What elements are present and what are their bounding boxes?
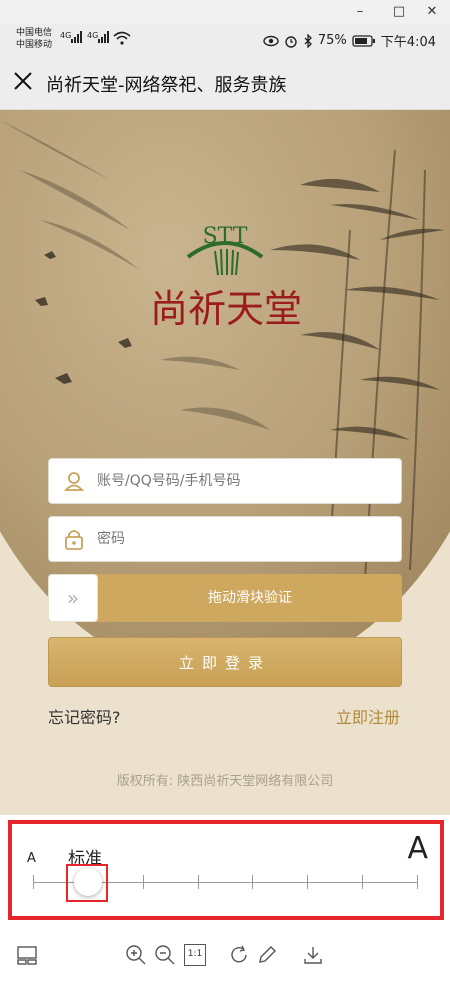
- font-size-tick[interactable]: [33, 875, 34, 889]
- alarm-icon: [285, 35, 297, 48]
- password-field[interactable]: [48, 516, 402, 562]
- account-field[interactable]: [48, 458, 402, 504]
- battery-percent: 75%: [317, 33, 347, 48]
- slider-label: 拖动滑块验证: [208, 590, 292, 606]
- user-icon: [63, 472, 85, 491]
- status-bar: 中国电信 中国移动 4G 4G 75% 下午4:04: [0, 24, 450, 56]
- account-input[interactable]: [97, 459, 387, 503]
- close-window-button[interactable]: ✕: [421, 2, 443, 22]
- font-size-panel: A 标准 A: [0, 815, 450, 935]
- page-title: 尚祈天堂-网络祭祀、服务贵族: [46, 75, 287, 96]
- nav-bar: 尚祈天堂-网络祭祀、服务贵族: [0, 56, 450, 110]
- wifi-icon: [113, 31, 131, 45]
- bluetooth-icon: [304, 33, 312, 48]
- font-size-tick[interactable]: [307, 875, 309, 889]
- layout-icon[interactable]: [16, 944, 38, 966]
- login-hero: STT 尚祈天堂 » 拖动滑块验证 立即登录 忘记密码? 立即注册 版权所有: …: [0, 110, 450, 815]
- rotate-icon[interactable]: [228, 944, 250, 966]
- clock: 下午4:04: [380, 35, 436, 50]
- font-size-tick[interactable]: [417, 875, 418, 889]
- status-right: 75% 下午4:04: [263, 31, 436, 50]
- bottom-toolbar: 1:1: [0, 935, 450, 986]
- minimize-button[interactable]: –: [349, 2, 371, 22]
- edit-icon[interactable]: [256, 944, 278, 966]
- carrier-2: 中国移动: [16, 40, 53, 50]
- copyright-text: 版权所有: 陕西尚祈天堂网络有限公司: [116, 774, 334, 789]
- zoom-out-icon[interactable]: [154, 944, 176, 966]
- battery-icon: [352, 34, 375, 47]
- lock-icon: [65, 530, 83, 550]
- close-icon[interactable]: [12, 70, 34, 92]
- maximize-button[interactable]: □: [388, 2, 410, 22]
- font-size-tick[interactable]: [142, 875, 144, 889]
- forgot-password-link[interactable]: 忘记密码?: [48, 704, 121, 728]
- slider-captcha[interactable]: » 拖动滑块验证: [48, 574, 402, 622]
- network-type-2: 4G: [87, 31, 99, 40]
- network-type-1: 4G: [60, 31, 72, 40]
- carrier-1: 中国电信: [16, 28, 53, 38]
- eye-icon: [263, 35, 279, 46]
- thumb-highlight-box: [65, 864, 108, 902]
- actual-size-button[interactable]: 1:1: [184, 944, 206, 966]
- font-larger-label[interactable]: A: [407, 831, 428, 866]
- password-input[interactable]: [97, 517, 387, 561]
- font-size-tick[interactable]: [197, 875, 199, 889]
- logo-letters: STT: [203, 224, 248, 249]
- font-size-tick[interactable]: [362, 875, 364, 889]
- download-icon[interactable]: [302, 944, 324, 966]
- font-smaller-label[interactable]: A: [27, 851, 36, 866]
- window-titlebar: – □ ✕: [0, 0, 450, 24]
- signal-icon: [71, 31, 82, 43]
- register-link[interactable]: 立即注册: [336, 704, 400, 728]
- login-button[interactable]: 立即登录: [48, 637, 402, 687]
- logo-name: 尚祈天堂: [149, 287, 302, 331]
- signal-icon-2: [98, 31, 109, 43]
- zoom-in-icon[interactable]: [125, 944, 147, 966]
- slider-handle[interactable]: »: [48, 574, 98, 622]
- font-size-tick[interactable]: [252, 875, 254, 889]
- logo-emblem: STT: [186, 224, 264, 276]
